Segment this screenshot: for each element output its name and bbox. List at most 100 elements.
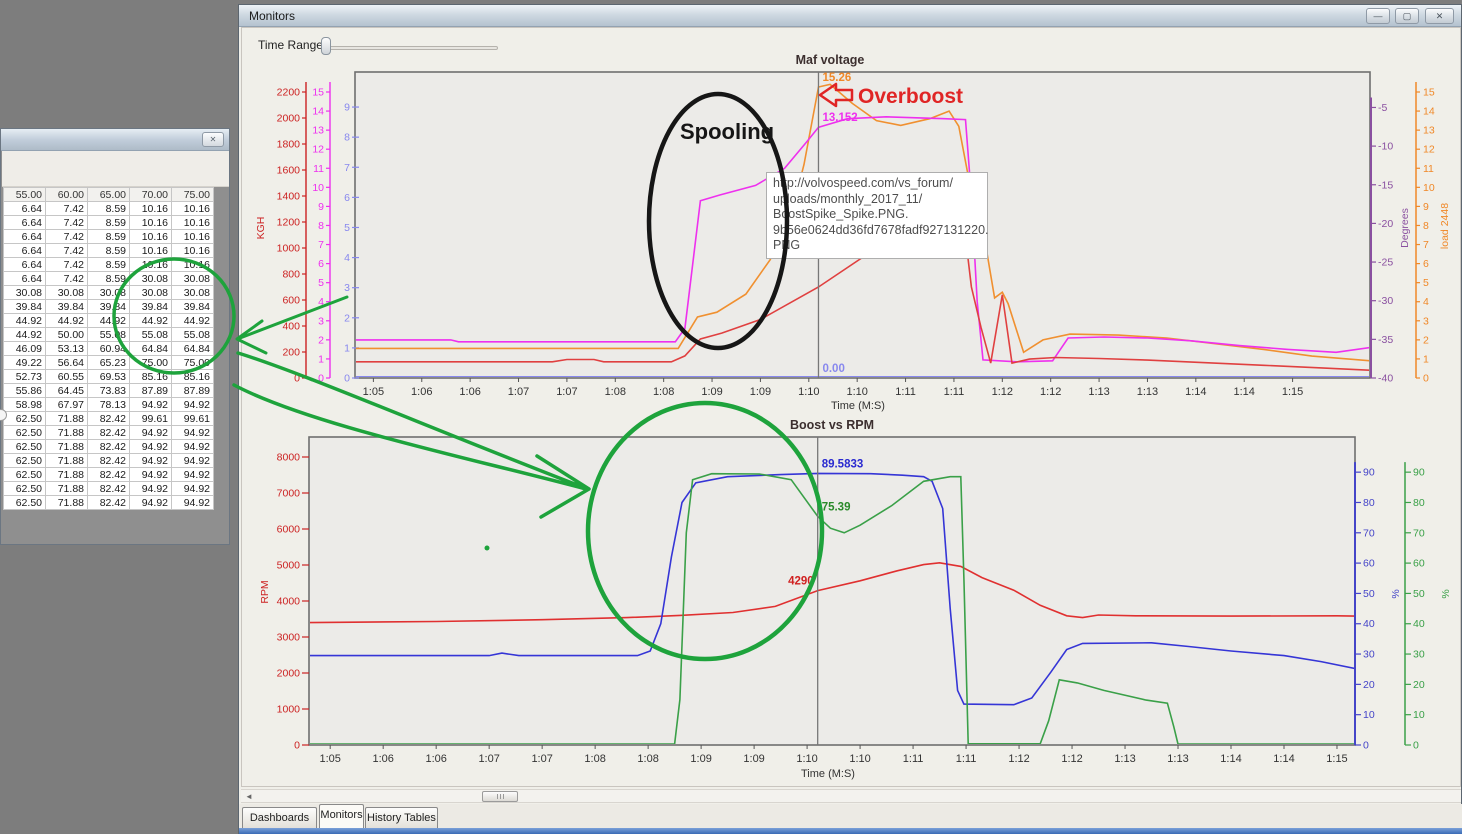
table-cell[interactable]: 82.42 <box>87 467 130 482</box>
table-cell[interactable]: 69.53 <box>87 369 130 384</box>
table-cell[interactable]: 82.42 <box>87 411 130 426</box>
table-cell[interactable]: 10.16 <box>129 257 172 272</box>
table-cell[interactable]: 6.64 <box>3 229 46 244</box>
table-cell[interactable]: 94.92 <box>171 481 214 496</box>
table-cell[interactable]: 10.16 <box>171 243 214 258</box>
time-range-slider-thumb[interactable] <box>321 37 331 55</box>
table-cell[interactable]: 8.59 <box>87 201 130 216</box>
table-col-header[interactable]: 75.00 <box>171 187 214 202</box>
table-cell[interactable]: 73.83 <box>87 383 130 398</box>
table-cell[interactable]: 39.84 <box>87 299 130 314</box>
table-col-header[interactable]: 65.00 <box>87 187 130 202</box>
table-cell[interactable]: 10.16 <box>171 201 214 216</box>
table-cell[interactable]: 7.42 <box>45 201 88 216</box>
table-cell[interactable]: 39.84 <box>171 299 214 314</box>
table-cell[interactable]: 7.42 <box>45 257 88 272</box>
table-cell[interactable]: 75.00 <box>171 355 214 370</box>
table-cell[interactable]: 71.88 <box>45 481 88 496</box>
table-cell[interactable]: 78.13 <box>87 397 130 412</box>
table-cell[interactable]: 94.92 <box>171 467 214 482</box>
tab-monitors[interactable]: Monitors <box>319 804 364 828</box>
table-cell[interactable]: 71.88 <box>45 439 88 454</box>
table-cell[interactable]: 10.16 <box>129 243 172 258</box>
table-cell[interactable]: 44.92 <box>3 313 46 328</box>
table-cell[interactable]: 94.92 <box>129 439 172 454</box>
table-cell[interactable]: 46.09 <box>3 341 46 356</box>
table-cell[interactable]: 64.84 <box>129 341 172 356</box>
titlebar[interactable]: Monitors — ▢ ✕ <box>239 5 1461 27</box>
table-cell[interactable]: 85.16 <box>129 369 172 384</box>
table-cell[interactable]: 10.16 <box>171 257 214 272</box>
table-cell[interactable]: 62.50 <box>3 481 46 496</box>
table-cell[interactable]: 44.92 <box>129 313 172 328</box>
table-cell[interactable]: 49.22 <box>3 355 46 370</box>
table-cell[interactable]: 8.59 <box>87 215 130 230</box>
table-cell[interactable]: 6.64 <box>3 243 46 258</box>
table-cell[interactable]: 44.92 <box>87 313 130 328</box>
maximize-icon[interactable]: ▢ <box>1395 8 1419 24</box>
table-cell[interactable]: 62.50 <box>3 453 46 468</box>
table-cell[interactable]: 71.88 <box>45 467 88 482</box>
table-cell[interactable]: 6.64 <box>3 215 46 230</box>
table-cell[interactable]: 8.59 <box>87 229 130 244</box>
table-cell[interactable]: 30.08 <box>129 271 172 286</box>
table-cell[interactable]: 44.92 <box>3 327 46 342</box>
table-cell[interactable]: 10.16 <box>129 229 172 244</box>
fuel-map-table[interactable]: 55.00 60.00 65.00 70.00 75.00 6.64 7.42 8.59 10… <box>3 187 214 510</box>
table-cell[interactable]: 55.86 <box>3 383 46 398</box>
table-cell[interactable]: 60.55 <box>45 369 88 384</box>
table-cell[interactable]: 7.42 <box>45 215 88 230</box>
table-cell[interactable]: 30.08 <box>171 285 214 300</box>
table-cell[interactable]: 7.42 <box>45 271 88 286</box>
table-cell[interactable]: 87.89 <box>171 383 214 398</box>
table-cell[interactable]: 94.92 <box>129 481 172 496</box>
table-cell[interactable]: 7.42 <box>45 243 88 258</box>
table-cell[interactable]: 53.13 <box>45 341 88 356</box>
table-cell[interactable]: 50.00 <box>45 327 88 342</box>
table-cell[interactable]: 6.64 <box>3 271 46 286</box>
table-cell[interactable]: 39.84 <box>129 299 172 314</box>
table-cell[interactable]: 94.92 <box>171 495 214 510</box>
table-cell[interactable]: 94.92 <box>171 425 214 440</box>
table-cell[interactable]: 55.08 <box>129 327 172 342</box>
table-cell[interactable]: 10.16 <box>129 201 172 216</box>
table-cell[interactable]: 82.42 <box>87 425 130 440</box>
table-cell[interactable]: 8.59 <box>87 243 130 258</box>
table-cell[interactable]: 71.88 <box>45 453 88 468</box>
table-col-header[interactable]: 55.00 <box>3 187 46 202</box>
time-range-slider[interactable] <box>322 46 498 50</box>
close-icon[interactable]: ✕ <box>202 132 224 147</box>
table-cell[interactable]: 99.61 <box>171 411 214 426</box>
table-cell[interactable]: 82.42 <box>87 495 130 510</box>
table-cell[interactable]: 30.08 <box>45 285 88 300</box>
table-cell[interactable]: 7.42 <box>45 229 88 244</box>
table-cell[interactable]: 64.84 <box>171 341 214 356</box>
table-cell[interactable]: 30.08 <box>129 285 172 300</box>
table-cell[interactable]: 30.08 <box>87 285 130 300</box>
table-cell[interactable]: 55.08 <box>87 327 130 342</box>
table-cell[interactable]: 39.84 <box>45 299 88 314</box>
table-cell[interactable]: 8.59 <box>87 257 130 272</box>
table-cell[interactable]: 82.42 <box>87 439 130 454</box>
table-cell[interactable]: 60.94 <box>87 341 130 356</box>
table-cell[interactable]: 94.92 <box>129 467 172 482</box>
table-cell[interactable]: 85.16 <box>171 369 214 384</box>
table-cell[interactable]: 82.42 <box>87 481 130 496</box>
table-cell[interactable]: 6.64 <box>3 201 46 216</box>
table-cell[interactable]: 10.16 <box>171 215 214 230</box>
table-cell[interactable]: 30.08 <box>171 271 214 286</box>
scroll-left-icon[interactable]: ◄ <box>245 792 255 802</box>
table-col-header[interactable]: 70.00 <box>129 187 172 202</box>
table-cell[interactable]: 10.16 <box>129 215 172 230</box>
table-col-header[interactable]: 60.00 <box>45 187 88 202</box>
table-cell[interactable]: 10.16 <box>171 229 214 244</box>
table-cell[interactable]: 71.88 <box>45 495 88 510</box>
table-cell[interactable]: 56.64 <box>45 355 88 370</box>
table-cell[interactable]: 67.97 <box>45 397 88 412</box>
table-cell[interactable]: 64.45 <box>45 383 88 398</box>
table-cell[interactable]: 65.23 <box>87 355 130 370</box>
table-cell[interactable]: 62.50 <box>3 425 46 440</box>
table-cell[interactable]: 82.42 <box>87 453 130 468</box>
table-cell[interactable]: 8.59 <box>87 271 130 286</box>
table-cell[interactable]: 94.92 <box>129 425 172 440</box>
